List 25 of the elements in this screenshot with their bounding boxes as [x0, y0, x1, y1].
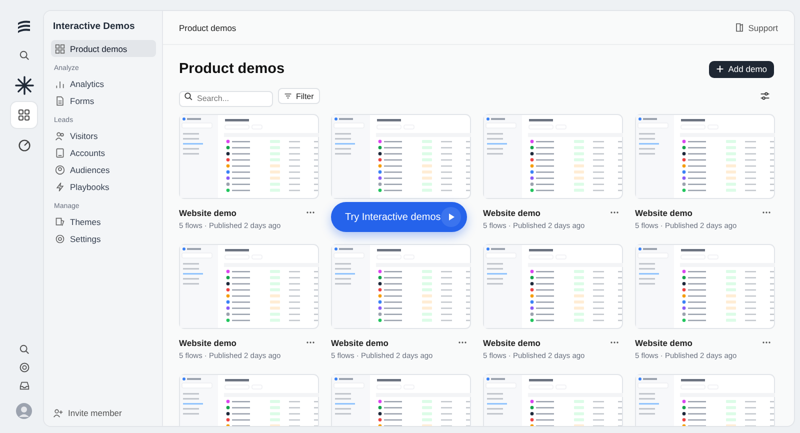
card-title[interactable]: Website demo — [179, 208, 236, 218]
sidebar-item[interactable]: Audiences — [51, 161, 156, 178]
sidebar-item[interactable]: Forms — [51, 92, 156, 109]
card-title[interactable]: Website demo — [179, 338, 236, 348]
breadcrumb: Product demos — [179, 22, 236, 32]
try-demos-button[interactable]: Try Interactive demos — [331, 202, 467, 232]
sidebar-item[interactable]: Themes — [51, 213, 156, 230]
sidebar-item[interactable]: Analytics — [51, 75, 156, 92]
card-title[interactable]: Website demo — [635, 208, 692, 218]
page-title: Product demos — [179, 61, 285, 77]
card-title[interactable]: Website demo — [635, 338, 692, 348]
card-title[interactable]: Website demo — [483, 338, 540, 348]
sidebar-item[interactable]: Accounts — [51, 144, 156, 161]
sidebar-item[interactable]: Visitors — [51, 127, 156, 144]
support-link[interactable]: Support — [735, 22, 778, 32]
sidebar-title: Interactive Demos — [52, 20, 136, 34]
card-title[interactable]: Website demo — [483, 208, 540, 218]
add-demo-button[interactable]: Add demo — [709, 60, 774, 78]
sidebar-item[interactable]: Settings — [51, 230, 156, 247]
sidebar-item[interactable]: Product demos — [51, 40, 156, 57]
card-title[interactable]: Website demo — [331, 338, 388, 348]
filter-button[interactable]: Filter — [278, 88, 320, 104]
invite-member-button[interactable]: Invite member — [51, 408, 156, 418]
search-field[interactable]: Search... — [179, 90, 273, 106]
sidebar-item[interactable]: Playbooks — [51, 178, 156, 195]
